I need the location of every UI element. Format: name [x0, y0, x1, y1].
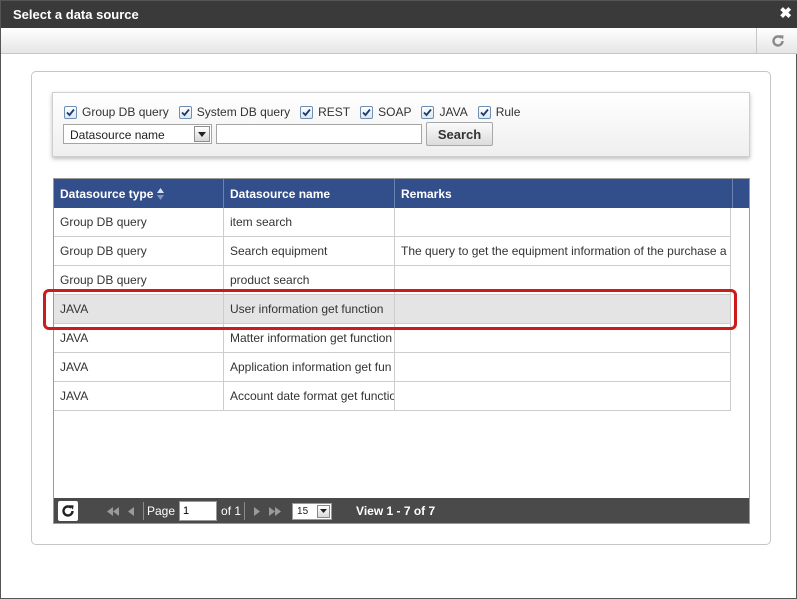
- column-header-label: Datasource type: [60, 186, 154, 201]
- search-button[interactable]: Search: [426, 122, 493, 146]
- checkbox-soap[interactable]: [360, 105, 374, 119]
- cell-remarks: [395, 208, 731, 236]
- record-count: View 1 - 7 of 7: [356, 504, 436, 518]
- filter-soap[interactable]: SOAP: [360, 105, 411, 119]
- cell-datasource-name: Account date format get functio: [224, 382, 395, 410]
- grid-header: Datasource type Datasource name Remarks: [54, 179, 749, 208]
- cell-remarks: The query to get the equipment informati…: [395, 237, 731, 265]
- cell-datasource-name: Search equipment: [224, 237, 395, 265]
- datasource-type-filters: Group DB query System DB query REST SOAP…: [64, 103, 530, 121]
- checkmark-icon: [181, 108, 190, 116]
- column-header-spacer: [733, 179, 749, 208]
- filter-system-db-query[interactable]: System DB query: [178, 105, 291, 119]
- pager-bar: Page of 1 15 View 1 - 7 of 7: [54, 498, 749, 523]
- refresh-icon: [62, 505, 74, 517]
- filter-label: Rule: [495, 105, 521, 119]
- search-input[interactable]: [216, 124, 422, 144]
- content-panel: Group DB query System DB query REST SOAP…: [31, 71, 771, 545]
- cell-remarks: [395, 266, 731, 294]
- column-header-remarks[interactable]: Remarks: [395, 179, 733, 208]
- column-header-label: Remarks: [401, 186, 452, 201]
- page-number-input[interactable]: [179, 501, 218, 521]
- checkbox-java[interactable]: [421, 105, 435, 119]
- cell-datasource-type: Group DB query: [54, 237, 224, 265]
- pager-separator: [244, 502, 246, 520]
- cell-datasource-name: product search: [224, 266, 395, 294]
- chevron-down-icon[interactable]: [317, 504, 331, 518]
- table-row[interactable]: Group DB query item search: [54, 208, 731, 237]
- table-row[interactable]: JAVA Matter information get function: [54, 324, 731, 353]
- cell-datasource-type: JAVA: [54, 324, 224, 352]
- filter-label: Group DB query: [82, 105, 169, 119]
- first-page-icon[interactable]: [104, 502, 122, 520]
- chevron-down-icon[interactable]: [194, 126, 210, 142]
- table-row[interactable]: Group DB query Search equipment The quer…: [54, 237, 731, 266]
- cell-datasource-type: JAVA: [54, 382, 224, 410]
- checkmark-icon: [362, 108, 371, 116]
- previous-page-icon[interactable]: [122, 502, 140, 520]
- rows-per-page-select[interactable]: 15: [292, 502, 333, 520]
- cell-datasource-type: Group DB query: [54, 266, 224, 294]
- reload-grid-button[interactable]: [58, 501, 78, 521]
- filter-rest[interactable]: REST: [300, 105, 350, 119]
- rows-per-page-value: 15: [297, 505, 309, 517]
- datasource-grid: Datasource type Datasource name Remarks …: [53, 178, 750, 524]
- close-icon[interactable]: ✖: [779, 5, 792, 22]
- table-row[interactable]: JAVA Application information get fun: [54, 353, 731, 382]
- filter-label: SOAP: [378, 105, 412, 119]
- cell-remarks: [395, 295, 731, 323]
- filter-java[interactable]: JAVA: [421, 105, 468, 119]
- checkmark-icon: [480, 108, 489, 116]
- cell-datasource-name: Matter information get function: [224, 324, 395, 352]
- filter-rule[interactable]: Rule: [477, 105, 521, 119]
- cell-datasource-name: User information get function: [224, 295, 395, 323]
- refresh-icon: [771, 35, 784, 47]
- cell-datasource-type: JAVA: [54, 295, 224, 323]
- checkbox-system-db-query[interactable]: [178, 105, 192, 119]
- sort-icon[interactable]: [157, 187, 165, 200]
- pager-separator: [143, 502, 144, 520]
- column-header-label: Datasource name: [230, 186, 331, 201]
- page-total-label: of 1: [221, 504, 242, 518]
- checkbox-group-db-query[interactable]: [64, 105, 77, 119]
- cell-datasource-name: item search: [224, 208, 395, 236]
- cell-datasource-name: Application information get fun: [224, 353, 395, 381]
- page-label: Page: [147, 504, 176, 518]
- last-page-icon[interactable]: [266, 502, 284, 520]
- filter-label: REST: [318, 105, 351, 119]
- column-header-datasource-type[interactable]: Datasource type: [54, 179, 224, 208]
- cell-datasource-type: Group DB query: [54, 208, 224, 236]
- grid-body: Group DB query item search Group DB quer…: [54, 208, 749, 411]
- search-box: Group DB query System DB query REST SOAP…: [52, 92, 750, 157]
- cell-remarks: [395, 353, 731, 381]
- dialog-title: Select a data source: [13, 7, 139, 22]
- checkmark-icon: [302, 108, 311, 116]
- refresh-button[interactable]: [756, 28, 797, 54]
- checkmark-icon: [66, 108, 75, 116]
- cell-remarks: [395, 324, 731, 352]
- checkbox-rest[interactable]: [300, 105, 314, 119]
- cell-remarks: [395, 382, 731, 410]
- title-bar: Select a data source ✖: [1, 1, 797, 28]
- select-data-source-dialog: Select a data source ✖ Group DB query Sy…: [0, 0, 797, 599]
- filter-group-db-query[interactable]: Group DB query: [64, 105, 169, 119]
- dialog-toolbar: [1, 28, 797, 54]
- search-field-select[interactable]: Datasource name: [63, 124, 212, 144]
- search-field-value: Datasource name: [70, 128, 165, 142]
- table-row[interactable]: Group DB query product search: [54, 266, 731, 295]
- next-page-icon[interactable]: [248, 502, 266, 520]
- cell-datasource-type: JAVA: [54, 353, 224, 381]
- checkmark-icon: [423, 108, 433, 116]
- column-header-datasource-name[interactable]: Datasource name: [224, 179, 395, 208]
- filter-label: JAVA: [439, 105, 468, 119]
- filter-label: System DB query: [196, 105, 291, 119]
- checkbox-rule[interactable]: [477, 105, 491, 119]
- table-row-selected[interactable]: JAVA User information get function: [54, 295, 731, 324]
- table-row[interactable]: JAVA Account date format get functio: [54, 382, 731, 411]
